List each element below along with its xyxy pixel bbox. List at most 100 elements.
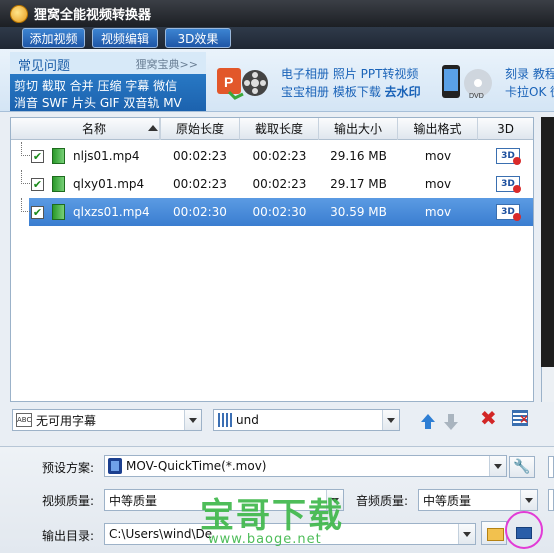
app-icon — [10, 4, 28, 23]
output-format: mov — [424, 149, 452, 163]
output-size: 30.59 MB — [330, 205, 387, 219]
table-row[interactable]: ✔ nljs01.mp4 00:02:23 00:02:23 29.16 MB … — [11, 142, 533, 170]
preset-select[interactable]: MOV-QuickTime(*.mov) — [104, 455, 507, 477]
chevron-down-icon[interactable] — [184, 410, 201, 430]
window-title: 狸窝全能视频转换器 — [34, 8, 152, 23]
3d-effect-icon[interactable]: 3D — [496, 204, 521, 221]
promo-template-text[interactable]: 宝宝相册 模板下载 — [281, 85, 381, 99]
output-format: mov — [424, 177, 452, 191]
clip-length: 00:02:30 — [252, 205, 307, 219]
faq-header: 常见问题 狸窝宝典>> — [10, 52, 206, 74]
faq-title[interactable]: 常见问题 — [18, 55, 70, 74]
col-output-size[interactable]: 输出大小 — [319, 118, 398, 140]
effect-3d-button[interactable]: 3D效果 — [165, 28, 231, 48]
promo-burn-links[interactable]: 刻录 教程 — [505, 65, 554, 82]
preset-value: MOV-QuickTime(*.mov) — [126, 459, 267, 473]
col-3d[interactable]: 3D — [478, 118, 533, 140]
sort-ascending-icon[interactable] — [148, 125, 158, 131]
audio-quality-value: 中等质量 — [423, 493, 472, 508]
chevron-down-icon[interactable] — [520, 490, 537, 510]
highlight-circle — [505, 511, 543, 549]
quicktime-icon — [108, 458, 122, 474]
original-length: 00:02:23 — [173, 177, 227, 191]
video-file-icon — [52, 204, 65, 220]
subtitle-select[interactable]: ABC 无可用字幕 — [12, 409, 202, 431]
file-name: qlxy01.mp4 — [73, 177, 145, 191]
audio-track-select[interactable]: und — [213, 409, 400, 431]
subtitle-icon: ABC — [16, 413, 32, 427]
original-length: 00:02:30 — [173, 205, 227, 219]
video-quality-label: 视频质量: — [42, 494, 95, 508]
clip-length: 00:02:23 — [252, 177, 307, 191]
delete-icon[interactable]: ✖ — [480, 408, 497, 428]
promo-banner: 常见问题 狸窝宝典>> 剪切 截取 合并 压缩 字幕 微信 消音 SWF 片头 … — [0, 49, 554, 112]
output-size: 29.16 MB — [330, 149, 387, 163]
side-button[interactable] — [548, 489, 554, 511]
settings-wrench-icon[interactable]: 🔧 — [509, 456, 535, 478]
svg-text:P: P — [224, 74, 233, 90]
preset-label: 预设方案: — [42, 461, 95, 475]
output-format: mov — [424, 205, 452, 219]
move-down-icon[interactable] — [444, 414, 458, 430]
table-header: 名称 原始长度 截取长度 输出大小 输出格式 3D — [11, 118, 533, 140]
audio-quality-label: 音频质量: — [356, 494, 409, 508]
video-quality-value: 中等质量 — [109, 493, 158, 508]
side-button[interactable] — [548, 456, 554, 478]
faq-links-row2[interactable]: 消音 SWF 片头 GIF 双音轨 MV — [14, 94, 182, 111]
add-video-button[interactable]: 添加视频 — [22, 28, 85, 48]
faq-links-row1[interactable]: 剪切 截取 合并 压缩 字幕 微信 — [14, 77, 177, 94]
tree-line — [21, 142, 30, 156]
col-output-format[interactable]: 输出格式 — [398, 118, 478, 140]
col-original-length[interactable]: 原始长度 — [160, 118, 240, 140]
clip-length: 00:02:23 — [252, 149, 307, 163]
edit-video-button[interactable]: 视频编辑 — [92, 28, 158, 48]
ppt-film-icon[interactable]: P — [213, 62, 271, 102]
audio-track-icon — [218, 413, 232, 427]
3d-effect-icon[interactable]: 3D — [496, 176, 521, 193]
video-file-icon — [52, 148, 65, 164]
audio-quality-select[interactable]: 中等质量 — [418, 489, 538, 511]
3d-effect-icon[interactable]: 3D — [496, 148, 521, 165]
row-checkbox[interactable]: ✔ — [31, 150, 44, 163]
original-length: 00:02:23 — [173, 149, 227, 163]
tree-line — [21, 198, 30, 212]
preview-controls — [541, 367, 554, 402]
row-checkbox[interactable]: ✔ — [31, 206, 44, 219]
chevron-down-icon[interactable] — [458, 524, 475, 544]
browse-folder-icon[interactable] — [481, 521, 507, 545]
promo-template-links[interactable]: 宝宝相册 模板下载 去水印 — [281, 83, 421, 100]
promo-remove-watermark[interactable]: 去水印 — [385, 85, 421, 99]
table-row[interactable]: ✔ qlxy01.mp4 00:02:23 00:02:23 29.17 MB … — [11, 170, 533, 198]
phone-dvd-icon[interactable]: DVD — [438, 62, 496, 102]
promo-photo-links[interactable]: 电子相册 照片 PPT转视频 — [281, 65, 418, 82]
chevron-down-icon[interactable] — [489, 456, 506, 476]
col-name[interactable]: 名称 — [29, 118, 160, 140]
table-row-selected[interactable]: ✔ qlxzs01.mp4 00:02:30 00:02:30 30.59 MB… — [11, 198, 533, 226]
move-up-icon[interactable] — [421, 414, 435, 429]
faq-panel: 常见问题 狸窝宝典>> 剪切 截取 合并 压缩 字幕 微信 消音 SWF 片头 … — [10, 52, 206, 111]
preview-panel — [541, 117, 554, 367]
tree-line — [21, 170, 30, 184]
subtitle-value: 无可用字幕 — [36, 413, 97, 428]
output-dir-label: 输出目录: — [42, 529, 95, 543]
chevron-down-icon[interactable] — [326, 490, 343, 510]
file-name: qlxzs01.mp4 — [73, 205, 150, 219]
svg-text:DVD: DVD — [469, 93, 484, 100]
main-toolbar: 添加视频 视频编辑 3D效果 — [0, 27, 554, 49]
video-file-icon — [52, 176, 65, 192]
col-clip-length[interactable]: 截取长度 — [240, 118, 319, 140]
audio-track-value: und — [236, 413, 259, 427]
chevron-down-icon[interactable] — [382, 410, 399, 430]
track-bar: ABC 无可用字幕 und ✖ — [10, 406, 534, 434]
file-name: nljs01.mp4 — [73, 149, 140, 163]
row-checkbox[interactable]: ✔ — [31, 178, 44, 191]
promo-karaoke-links[interactable]: 卡拉OK 微 — [505, 83, 554, 100]
title-bar: 狸窝全能视频转换器 — [0, 0, 554, 27]
output-size: 29.17 MB — [330, 177, 387, 191]
output-dir-value: C:\Users\wind\De — [109, 527, 213, 541]
video-quality-select[interactable]: 中等质量 — [104, 489, 344, 511]
clear-list-icon[interactable] — [512, 410, 529, 426]
output-dir-select[interactable]: C:\Users\wind\De — [104, 523, 476, 545]
faq-more-link[interactable]: 狸窝宝典>> — [136, 56, 198, 72]
file-list-table: 名称 原始长度 截取长度 输出大小 输出格式 3D ✔ nljs01.mp4 0… — [10, 117, 534, 402]
